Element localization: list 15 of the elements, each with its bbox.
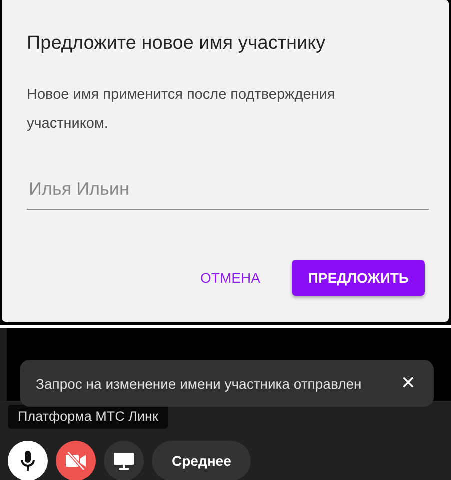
quality-button[interactable]: Среднее <box>152 441 252 480</box>
suggest-button[interactable]: ПРЕДЛОЖИТЬ <box>292 260 425 296</box>
participant-name-label: Платформа МТС Линк <box>8 405 168 429</box>
toast-message: Запрос на изменение имени участника отправлен <box>36 376 362 392</box>
microphone-button[interactable] <box>8 441 48 480</box>
monitor-icon <box>114 452 134 470</box>
camera-off-icon <box>66 452 86 470</box>
name-input-field[interactable]: Илья Ильин <box>27 173 429 210</box>
close-button[interactable]: ✕ <box>396 373 420 394</box>
dialog-message: Новое имя применится после подтверждения участником. <box>27 86 336 134</box>
screen-share-button[interactable] <box>104 441 144 480</box>
cancel-button[interactable]: ОТМЕНА <box>196 262 264 294</box>
microphone-icon <box>21 451 35 471</box>
camera-button[interactable] <box>56 441 96 480</box>
dialog-title: Предложите новое имя участнику <box>27 33 327 55</box>
